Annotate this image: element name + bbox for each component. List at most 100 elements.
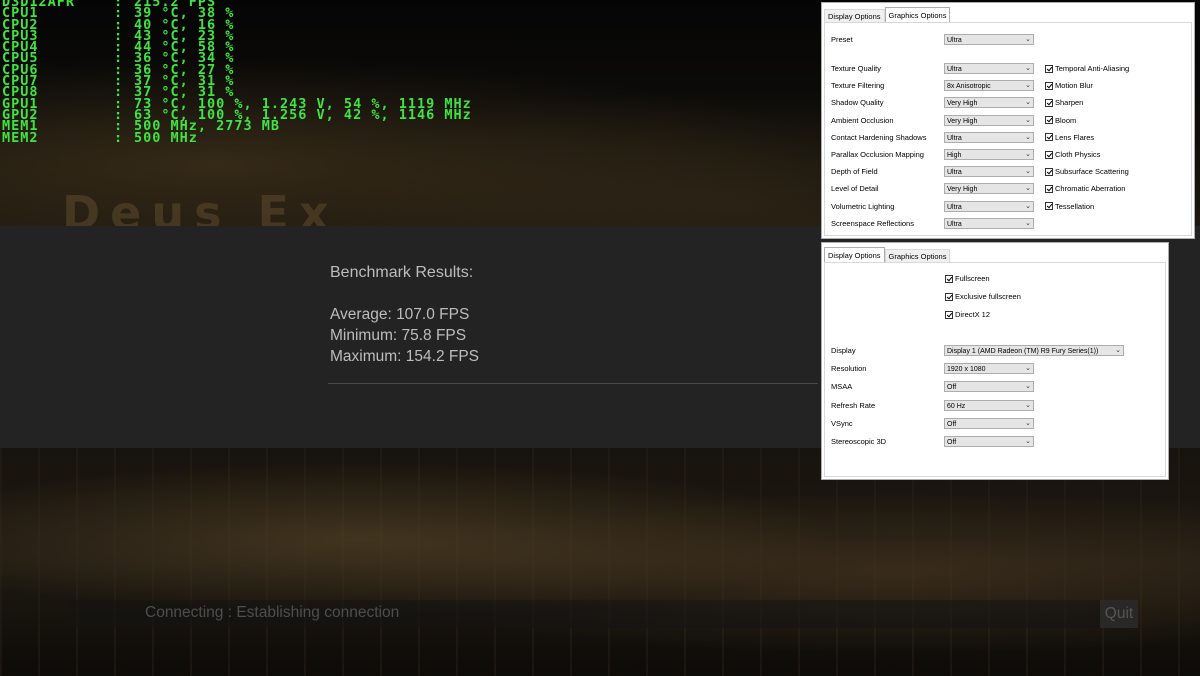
chevron-down-icon: ⌄	[1025, 185, 1031, 193]
chevron-down-icon: ⌄	[1025, 151, 1031, 158]
checkbox-motion-blur[interactable]: Motion Blur	[1045, 81, 1093, 90]
chevron-down-icon: ⌄	[1025, 202, 1031, 210]
texture-filtering-label: Texture Filtering	[831, 81, 885, 91]
benchmark-minimum: Minimum: 75.8 FPS	[330, 327, 467, 344]
osd-row-cpu6: CPU6:36 °C, 27 %	[2, 63, 472, 77]
checkbox-motion-blur-label: Motion Blur	[1055, 81, 1093, 91]
checkbox-bloom[interactable]: Bloom	[1045, 116, 1076, 125]
resolution-select-value: 1920 x 1080	[947, 366, 986, 374]
stereoscopic-3d-label: Stereoscopic 3D	[831, 437, 887, 446]
checkbox-icon[interactable]	[1045, 81, 1053, 90]
texture-quality-label: Texture Quality	[831, 64, 882, 73]
tab-graphics-options[interactable]: Graphics Options	[884, 7, 951, 23]
display-select[interactable]: Display 1 (AMD Radeon (TM) R9 Fury Serie…	[944, 345, 1124, 356]
chevron-down-icon: ⌄	[1025, 419, 1031, 427]
parallax-occlusion-mapping-label: Parallax Occlusion Mapping	[831, 150, 924, 159]
ambient-occlusion-select[interactable]: Very High ⌄	[944, 114, 1034, 126]
quit-button[interactable]: Quit	[1100, 600, 1138, 628]
contact-hardening-shadows-select-value: Ultra	[947, 134, 962, 142]
checkbox-chromatic-aberration[interactable]: Chromatic Aberration	[1045, 184, 1125, 193]
checkbox-fullscreen[interactable]: Fullscreen	[945, 274, 990, 283]
checkbox-icon[interactable]	[1045, 202, 1053, 211]
osd-row-cpu3: CPU3:43 °C, 23 %	[2, 29, 472, 43]
msaa-select[interactable]: Off ⌄	[944, 381, 1034, 393]
texture-filtering-select[interactable]: 8x Anisotropic ⌄	[944, 80, 1034, 92]
screenspace-reflections-select[interactable]: Ultra ⌄	[944, 217, 1034, 229]
divider	[328, 383, 818, 384]
stereoscopic-3d-select-value: Off	[947, 439, 957, 446]
checkbox-exclusive-fullscreen[interactable]: Exclusive fullscreen	[945, 292, 1021, 301]
chevron-down-icon: ⌄	[1025, 438, 1031, 445]
display-label: Display	[831, 346, 856, 355]
osd-row-cpu5: CPU5:36 °C, 34 %	[2, 52, 472, 66]
resolution-select[interactable]: 1920 x 1080 ⌄	[944, 363, 1034, 375]
volumetric-lighting-label: Volumetric Lighting	[831, 201, 895, 211]
parallax-occlusion-mapping-select[interactable]: High ⌄	[944, 149, 1034, 160]
parallax-occlusion-mapping-select-value: High	[947, 152, 962, 159]
chevron-down-icon: ⌄	[1025, 82, 1031, 90]
ambient-occlusion-label: Ambient Occlusion	[831, 115, 894, 125]
tab-display-options[interactable]: Display Options	[824, 247, 885, 263]
checkbox-icon[interactable]	[1045, 184, 1053, 193]
checkbox-icon[interactable]	[945, 292, 953, 301]
performance-overlay: D3D12AFR:215.2 FPS CPU1:39 °C, 38 % CPU2:4…	[2, 0, 472, 144]
depth-of-field-select[interactable]: Ultra ⌄	[944, 166, 1034, 178]
vsync-select[interactable]: Off ⌄	[944, 417, 1034, 429]
refresh-rate-select[interactable]: 60 Hz ⌄	[944, 399, 1034, 411]
game-window: Deus Ex D3D12AFR:215.2 FPS CPU1:39 °C, 38…	[0, 0, 1200, 676]
bottom-bar: Connecting : Establishing connection Qui…	[68, 600, 1138, 628]
refresh-rate-label: Refresh Rate	[831, 400, 876, 410]
checkbox-icon[interactable]	[1045, 98, 1053, 107]
checkbox-icon[interactable]	[945, 310, 953, 319]
checkbox-chromatic-aberration-label: Chromatic Aberration	[1055, 184, 1126, 194]
msaa-label: MSAA	[831, 382, 853, 392]
msaa-select-value: Off	[947, 384, 957, 392]
shadow-quality-label: Shadow Quality	[831, 98, 884, 108]
contact-hardening-shadows-select[interactable]: Ultra ⌄	[944, 131, 1034, 143]
stereoscopic-3d-select[interactable]: Off ⌄	[944, 436, 1034, 447]
checkbox-icon[interactable]	[1045, 167, 1053, 176]
checkbox-subsurface-scattering-label: Subsurface Scattering	[1055, 167, 1129, 177]
checkbox-subsurface-scattering[interactable]: Subsurface Scattering	[1045, 167, 1129, 176]
checkbox-icon[interactable]	[1045, 64, 1053, 73]
chevron-down-icon: ⌄	[1025, 65, 1031, 72]
chevron-down-icon: ⌄	[1025, 116, 1031, 124]
texture-quality-select[interactable]: Ultra ⌄	[944, 63, 1034, 74]
graphics-options-dialog: Display Options Graphics Options Preset Ul…	[821, 2, 1195, 239]
display-options-dialog: Display Options Graphics Options Fullscre…	[821, 242, 1169, 480]
level-of-detail-select[interactable]: Very High ⌄	[944, 183, 1034, 195]
checkbox-icon[interactable]	[1045, 116, 1053, 125]
display-options-panel: Fullscreen Exclusive fullscreen DirectX 12…	[824, 262, 1166, 477]
checkbox-cloth-physics[interactable]: Cloth Physics	[1045, 150, 1100, 159]
shadow-quality-select[interactable]: Very High ⌄	[944, 97, 1034, 109]
checkbox-temporal-anti-aliasing-label: Temporal Anti-Aliasing	[1055, 64, 1130, 73]
checkbox-sharpen-label: Sharpen	[1055, 98, 1084, 108]
checkbox-lens-flares[interactable]: Lens Flares	[1045, 133, 1094, 142]
chevron-down-icon: ⌄	[1025, 36, 1031, 43]
checkbox-directx-12[interactable]: DirectX 12	[945, 310, 990, 319]
tab-display-options[interactable]: Display Options	[824, 9, 885, 23]
texture-filtering-select-value: 8x Anisotropic	[947, 83, 991, 91]
checkbox-icon[interactable]	[1045, 133, 1053, 142]
checkbox-exclusive-fullscreen-label: Exclusive fullscreen	[955, 292, 1021, 301]
osd-row-cpu1: CPU1:39 °C, 38 %	[2, 6, 472, 20]
preset-select[interactable]: Ultra ⌄	[944, 34, 1034, 45]
chevron-down-icon: ⌄	[1025, 133, 1031, 141]
contact-hardening-shadows-label: Contact Hardening Shadows	[831, 132, 927, 142]
ambient-occlusion-select-value: Very High	[947, 117, 978, 125]
osd-separator: :	[114, 129, 124, 146]
osd-row-cpu2: CPU2:40 °C, 16 %	[2, 18, 472, 32]
volumetric-lighting-select[interactable]: Ultra ⌄	[944, 200, 1034, 212]
preset-select-value: Ultra	[947, 37, 962, 44]
checkbox-icon[interactable]	[1045, 150, 1053, 159]
checkbox-icon[interactable]	[945, 274, 953, 283]
tab-graphics-options[interactable]: Graphics Options	[884, 249, 951, 263]
chevron-down-icon: ⌄	[1025, 219, 1031, 227]
checkbox-tessellation[interactable]: Tessellation	[1045, 202, 1094, 211]
chevron-down-icon: ⌄	[1115, 347, 1121, 354]
graphics-options-panel: Preset Ultra ⌄ Texture Quality Ultra ⌄ Texture…	[824, 22, 1192, 236]
depth-of-field-label: Depth of Field	[831, 167, 878, 177]
screenspace-reflections-label: Screenspace Reflections	[831, 218, 914, 228]
checkbox-sharpen[interactable]: Sharpen	[1045, 98, 1083, 107]
checkbox-temporal-anti-aliasing[interactable]: Temporal Anti-Aliasing	[1045, 64, 1129, 73]
